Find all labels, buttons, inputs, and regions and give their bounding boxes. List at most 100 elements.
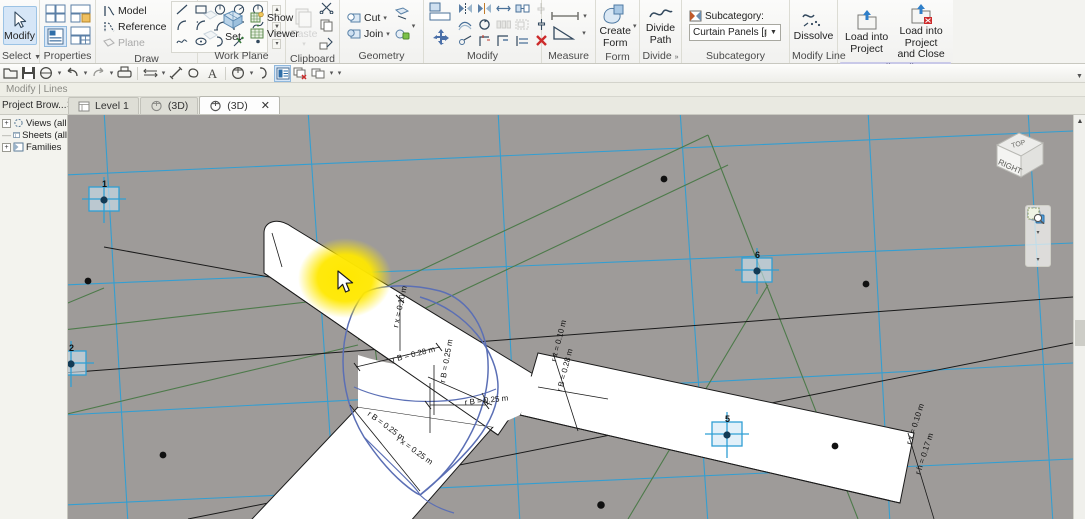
draw-mode-model-label: Model	[118, 5, 147, 17]
default-3d-view-icon[interactable]	[230, 65, 247, 82]
close-icon[interactable]: ✕	[261, 99, 270, 112]
divide-path-button[interactable]: Divide Path	[645, 4, 676, 48]
project-browser-title: Project Brow...	[2, 99, 67, 111]
cut-clipboard-icon[interactable]	[319, 1, 334, 17]
measure-dropdown-arrow-qat[interactable]: ▾	[160, 69, 167, 77]
join-dropdown-arrow[interactable]: ▾	[386, 30, 390, 38]
3d-view-canvas[interactable]: 1 2 5 6 r B = 0.28 m r x = 0.10 m r B = …	[68, 115, 1073, 519]
copy-icon[interactable]	[319, 19, 334, 35]
save-icon[interactable]	[20, 65, 37, 82]
switch-windows-icon[interactable]	[310, 65, 327, 82]
open-icon[interactable]	[2, 65, 19, 82]
measure-dropdown-arrow[interactable]: ▾	[583, 12, 587, 20]
thin-lines-icon[interactable]	[274, 64, 291, 82]
match-type-icon[interactable]	[319, 37, 334, 53]
aligned-dimension-icon[interactable]	[168, 65, 185, 82]
move-icon[interactable]	[430, 28, 452, 49]
zoom-icon[interactable]	[1027, 207, 1049, 255]
work-plane-set-button[interactable]: Set	[220, 7, 246, 45]
expand-icon[interactable]: +	[2, 118, 11, 128]
draw-start-end-radius-arc-icon[interactable]	[175, 19, 189, 35]
type-properties-icon[interactable]	[70, 4, 91, 26]
cloud-sync-icon[interactable]	[38, 65, 55, 82]
view-tab-3d-1[interactable]: (3D)	[139, 97, 199, 114]
move-horizontal-icon[interactable]	[496, 2, 511, 18]
split-face-icon[interactable]	[394, 7, 410, 24]
subcategory-selected-value: Curtain Panels [projec...	[693, 27, 766, 38]
modify-button[interactable]: Modify	[2, 6, 37, 45]
family-types-icon[interactable]	[70, 26, 91, 48]
undo-icon[interactable]	[64, 65, 81, 82]
plane-icon	[103, 38, 115, 47]
scrollbar-thumb[interactable]	[1075, 320, 1085, 346]
redo-icon[interactable]	[90, 65, 107, 82]
view-tab-level-1[interactable]: Level 1	[68, 97, 139, 114]
view-tab-3d-2-active[interactable]: (3D) ✕	[199, 96, 280, 114]
create-form-button[interactable]: Create Form	[598, 1, 632, 51]
offset-icon[interactable]	[458, 18, 473, 34]
dissolve-button[interactable]: Dissolve	[793, 8, 835, 44]
rotate-icon[interactable]	[477, 18, 492, 34]
switch-windows-dropdown-arrow[interactable]: ▾	[328, 69, 335, 77]
qat-customize-arrow[interactable]: ▾	[336, 69, 343, 77]
view-cube[interactable]: TOP RIGHT	[989, 125, 1051, 187]
browser-node-families[interactable]: + Families	[0, 141, 67, 153]
chevron-down-icon[interactable]: ▼	[766, 29, 780, 36]
divide-path-label-2: Path	[649, 33, 672, 46]
geometry-cut-button[interactable]: Cut ▾	[345, 10, 392, 25]
section-icon[interactable]	[256, 65, 273, 82]
split-element-icon[interactable]	[458, 34, 473, 50]
cut-dropdown-arrow[interactable]: ▾	[383, 14, 387, 22]
families-icon	[13, 142, 24, 152]
geometry-join-button[interactable]: Join ▾	[345, 26, 392, 41]
scroll-up-arrow-icon[interactable]: ▲	[1074, 115, 1085, 127]
paint-icon[interactable]	[394, 27, 410, 44]
print-icon[interactable]	[116, 65, 133, 82]
properties-dialog-icon[interactable]	[45, 4, 66, 26]
canvas-vertical-scrollbar[interactable]: ▲	[1073, 115, 1085, 519]
draw-mode-reference[interactable]: Reference	[101, 20, 168, 35]
browser-node-sheets[interactable]: — Sheets (all	[0, 129, 67, 141]
draw-spline-icon[interactable]	[175, 35, 189, 51]
expand-icon[interactable]: +	[2, 142, 11, 152]
draw-mode-model[interactable]: Model	[101, 4, 168, 19]
close-hidden-windows-icon[interactable]	[292, 65, 309, 82]
measure-icon[interactable]	[142, 65, 159, 82]
qat-separator-2	[225, 66, 226, 80]
svg-text:2: 2	[69, 343, 74, 353]
3d-view-dropdown-arrow[interactable]: ▾	[248, 69, 255, 77]
mirror-draw-axis-icon[interactable]	[477, 2, 492, 18]
save-dropdown-arrow[interactable]: ▾	[56, 69, 63, 77]
ribbon-collapse-arrow[interactable]: ▼	[1074, 70, 1085, 82]
tag-icon[interactable]	[186, 65, 203, 82]
undo-dropdown-arrow[interactable]: ▾	[82, 69, 89, 77]
steering-wheel-dropdown-arrow[interactable]: ▾	[1036, 229, 1039, 236]
zoom-dropdown-arrow[interactable]: ▾	[1036, 256, 1039, 263]
dissolve-icon	[801, 13, 820, 26]
cut-label: Cut	[364, 11, 381, 24]
panel-title-properties: Properties	[43, 50, 92, 62]
navigation-bar[interactable]: ▾ ▾	[1025, 205, 1051, 267]
draw-line-icon[interactable]	[175, 3, 189, 19]
trim-extend-multiple-icon[interactable]	[515, 34, 530, 50]
browser-node-views[interactable]: + Views (all	[0, 117, 67, 129]
align-icon[interactable]	[429, 2, 453, 25]
project-browser-tree: + Views (all — Sheets (all + Families	[0, 117, 67, 153]
array-icon[interactable]	[496, 18, 511, 34]
create-form-icon	[603, 4, 624, 24]
subcategory-combobox[interactable]: Curtain Panels [projec... ▼	[689, 24, 781, 41]
trim-extend-single-icon[interactable]	[496, 34, 511, 50]
redo-dropdown-arrow[interactable]: ▾	[108, 69, 115, 77]
divide-dropdown-arrow[interactable]: »	[675, 54, 679, 61]
text-icon[interactable]: A	[204, 65, 221, 82]
load-into-project-and-close-button[interactable]: Load into Project and Close	[894, 1, 948, 62]
copy-modify-icon[interactable]	[515, 2, 530, 18]
create-form-dropdown-arrow[interactable]: ▾	[633, 22, 637, 30]
geometry-more-arrow[interactable]: ▾	[412, 22, 416, 30]
load-into-project-button[interactable]: Load into Project	[843, 7, 890, 57]
measure-angle-dropdown-arrow[interactable]: ▾	[582, 29, 586, 37]
trim-extend-corner-icon[interactable]	[477, 34, 492, 50]
mirror-pick-axis-icon[interactable]	[458, 2, 473, 18]
properties-palette-icon[interactable]	[43, 26, 67, 47]
scale-icon[interactable]	[515, 18, 530, 34]
